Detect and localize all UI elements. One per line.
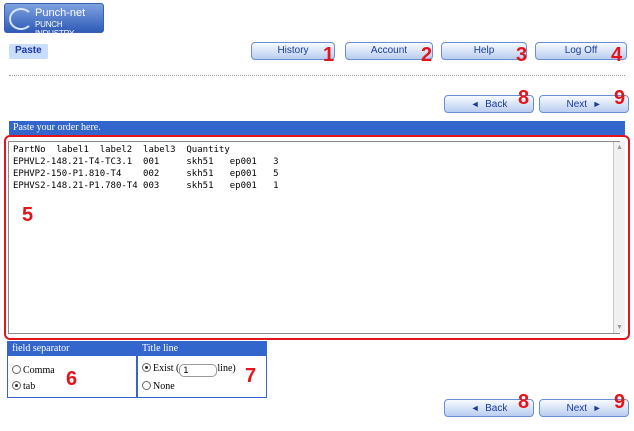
marker-4: 4 bbox=[611, 44, 623, 66]
scroll-up-icon[interactable]: ▲ bbox=[614, 142, 625, 153]
line-suffix: line) bbox=[217, 363, 236, 374]
marker-3: 3 bbox=[516, 44, 528, 66]
comma-option[interactable]: Comma bbox=[12, 365, 55, 376]
exist-option[interactable]: Exist (1 line) bbox=[142, 363, 236, 377]
help-button[interactable]: Help bbox=[441, 42, 527, 60]
back-label: Back bbox=[485, 99, 508, 110]
marker-1: 1 bbox=[323, 44, 335, 66]
left-arrow-icon: ◄ bbox=[470, 403, 480, 413]
marker-5: 5 bbox=[22, 204, 34, 226]
left-arrow-icon: ◄ bbox=[470, 99, 480, 109]
exist-label: Exist ( bbox=[153, 363, 180, 374]
exist-radio[interactable] bbox=[142, 363, 151, 372]
paste-section-title: Paste your order here. bbox=[9, 121, 625, 135]
next-label: Next bbox=[566, 99, 588, 110]
account-button[interactable]: Account bbox=[345, 42, 433, 60]
title-line-title: Title line bbox=[138, 342, 266, 356]
page-tag: Paste bbox=[9, 44, 48, 59]
none-option[interactable]: None bbox=[142, 381, 175, 392]
title-line-count-input[interactable]: 1 bbox=[179, 364, 218, 377]
tab-radio[interactable] bbox=[12, 381, 21, 390]
marker-6: 6 bbox=[66, 368, 78, 390]
marker-9-top: 9 bbox=[614, 87, 626, 109]
none-label: None bbox=[153, 381, 175, 392]
back-label: Back bbox=[485, 403, 508, 414]
marker-2: 2 bbox=[421, 44, 433, 66]
logo-swirl-icon bbox=[9, 8, 33, 30]
scroll-down-icon[interactable]: ▼ bbox=[614, 322, 625, 333]
right-arrow-icon: ► bbox=[592, 99, 602, 109]
logo-line1: Punch-net bbox=[35, 7, 86, 19]
marker-8-top: 8 bbox=[518, 87, 530, 109]
comma-label: Comma bbox=[23, 365, 55, 376]
divider bbox=[9, 75, 625, 76]
tab-label: tab bbox=[23, 381, 36, 392]
paste-textarea[interactable]: PartNo label1 label2 label3 Quantity EPH… bbox=[8, 141, 620, 334]
none-radio[interactable] bbox=[142, 381, 151, 390]
header: Punch-net PUNCH INDUSTRY bbox=[0, 0, 634, 38]
marker-7: 7 bbox=[245, 365, 257, 387]
comma-radio[interactable] bbox=[12, 365, 21, 374]
paste-scrollbar[interactable]: ▲ ▼ bbox=[613, 142, 625, 333]
right-arrow-icon: ► bbox=[592, 403, 602, 413]
tab-option[interactable]: tab bbox=[12, 381, 35, 392]
next-label: Next bbox=[566, 403, 588, 414]
marker-9-bottom: 9 bbox=[614, 391, 626, 413]
field-separator-title: field separator bbox=[8, 342, 136, 356]
punch-net-logo[interactable]: Punch-net PUNCH INDUSTRY bbox=[4, 3, 104, 38]
marker-8-bottom: 8 bbox=[518, 391, 530, 413]
